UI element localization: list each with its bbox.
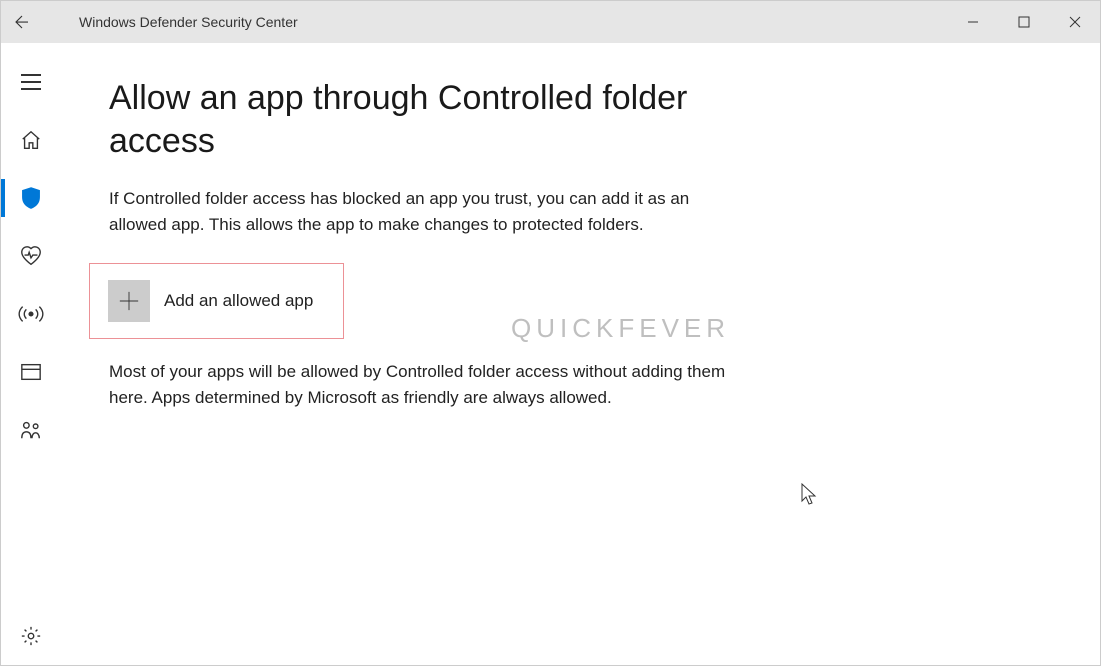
sidebar <box>1 43 61 665</box>
sidebar-item-virus-protection[interactable] <box>1 169 61 227</box>
sidebar-item-device-performance[interactable] <box>1 227 61 285</box>
sidebar-item-home[interactable] <box>1 111 61 169</box>
family-icon <box>19 419 43 441</box>
sidebar-item-family-options[interactable] <box>1 401 61 459</box>
home-icon <box>20 129 42 151</box>
close-icon <box>1069 16 1081 28</box>
broadcast-icon <box>18 303 44 325</box>
titlebar: Windows Defender Security Center <box>1 1 1100 43</box>
body-area: Allow an app through Controlled folder a… <box>1 43 1100 665</box>
plus-icon <box>118 290 140 312</box>
add-allowed-app-highlight: Add an allowed app <box>89 263 344 339</box>
sidebar-item-app-browser-control[interactable] <box>1 343 61 401</box>
back-button[interactable] <box>1 1 43 43</box>
sidebar-item-settings[interactable] <box>1 607 61 665</box>
add-allowed-app-label: Add an allowed app <box>164 291 313 311</box>
window-title: Windows Defender Security Center <box>79 14 298 30</box>
note-paragraph: Most of your apps will be allowed by Con… <box>109 359 729 412</box>
heart-health-icon <box>19 245 43 267</box>
plus-box <box>108 280 150 322</box>
shield-icon <box>20 186 42 210</box>
app-browser-icon <box>20 362 42 382</box>
minimize-icon <box>967 16 979 28</box>
intro-paragraph: If Controlled folder access has blocked … <box>109 186 729 239</box>
window-controls <box>947 1 1100 43</box>
content-area: Allow an app through Controlled folder a… <box>61 43 1100 665</box>
sidebar-item-firewall-network[interactable] <box>1 285 61 343</box>
sidebar-menu-button[interactable] <box>1 53 61 111</box>
back-arrow-icon <box>13 13 31 31</box>
close-button[interactable] <box>1049 1 1100 43</box>
gear-icon <box>20 625 42 647</box>
add-allowed-app-button[interactable]: Add an allowed app <box>108 280 313 322</box>
minimize-button[interactable] <box>947 1 998 43</box>
watermark: QUICKFEVER <box>511 313 730 344</box>
maximize-button[interactable] <box>998 1 1049 43</box>
hamburger-icon <box>20 73 42 91</box>
page-heading: Allow an app through Controlled folder a… <box>109 77 749 162</box>
maximize-icon <box>1018 16 1030 28</box>
